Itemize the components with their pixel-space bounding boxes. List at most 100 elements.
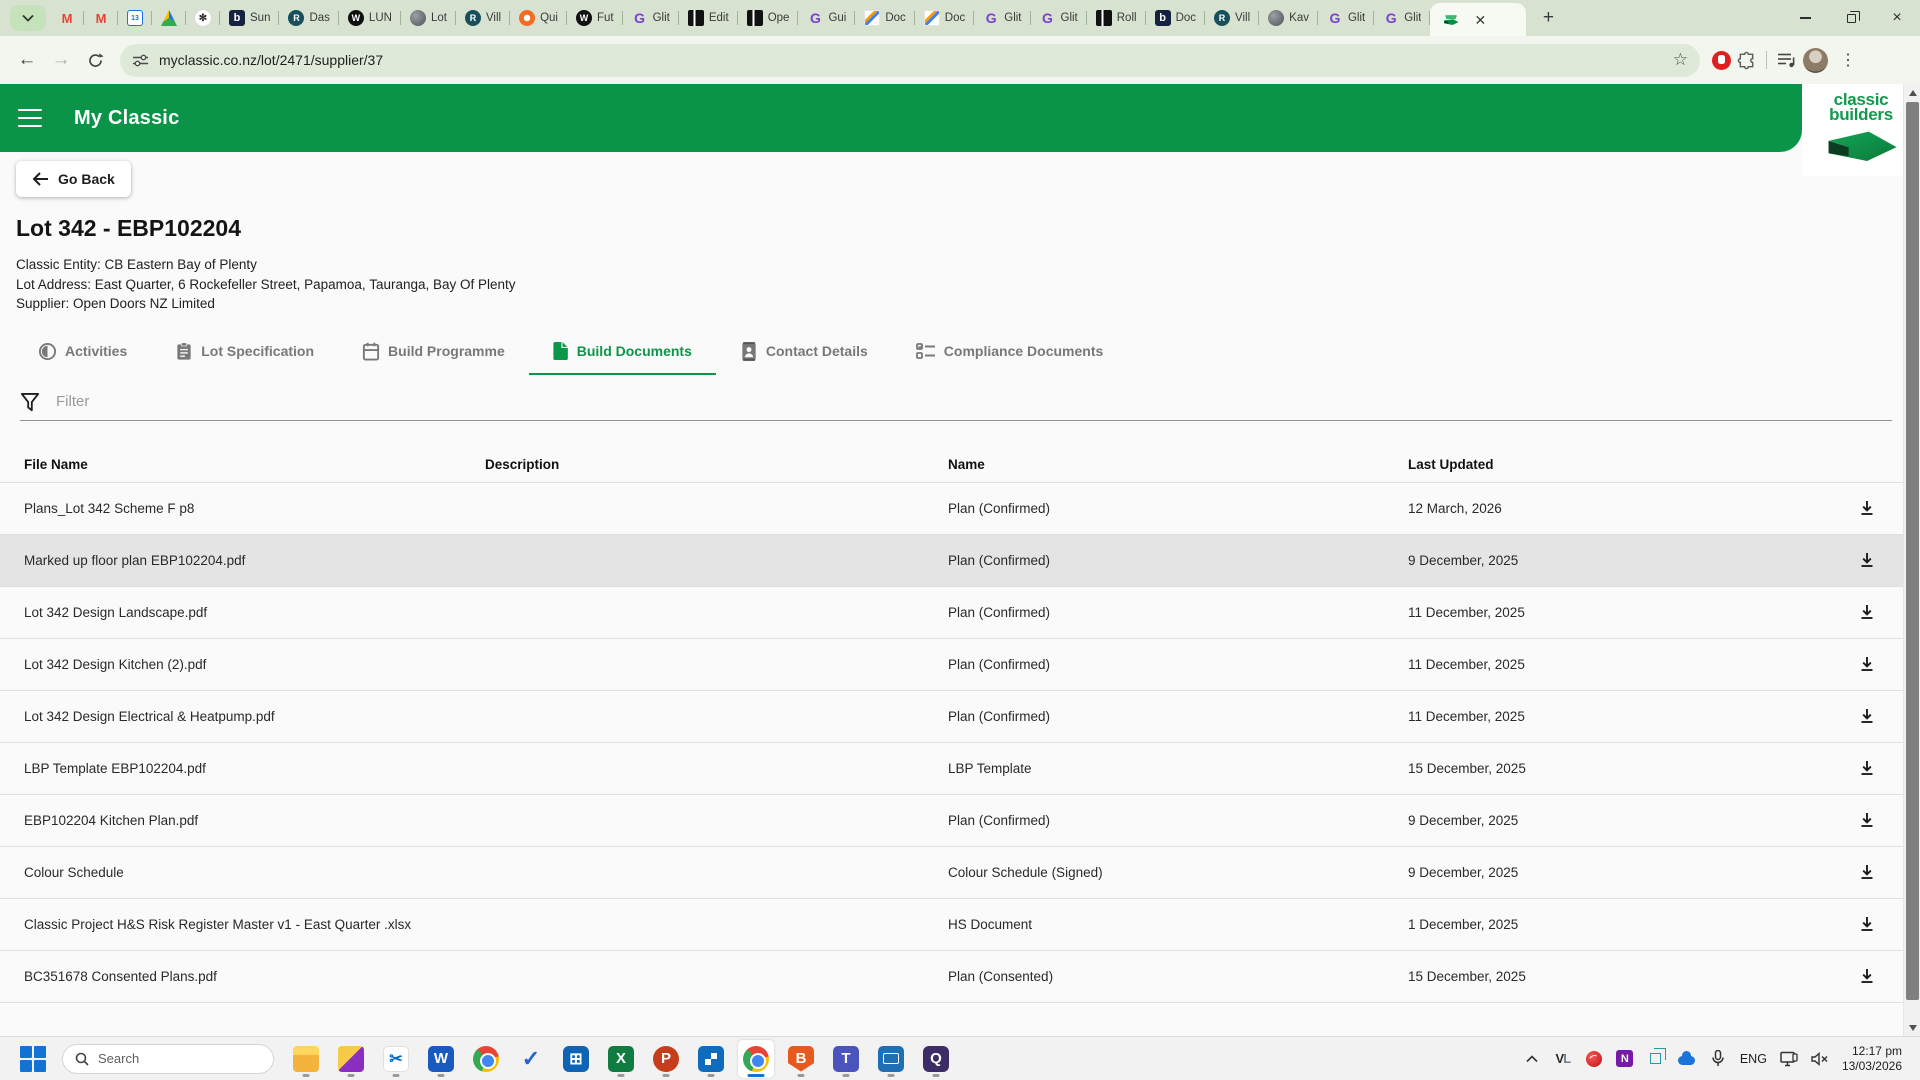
address-bar[interactable]: myclassic.co.nz/lot/2471/supplier/37 ☆ [120,44,1700,77]
browser-tab[interactable]: Kav [1259,0,1318,36]
taskbar-app[interactable] [828,1040,864,1078]
tab-contact-details[interactable]: Contact Details [716,330,892,375]
browser-tab[interactable]: Vill [1205,0,1259,36]
table-row[interactable]: Lot 342 Design Landscape.pdf Plan (Confi… [0,587,1903,639]
taskbar-search[interactable]: Search [62,1044,274,1074]
browser-tab[interactable] [84,0,118,36]
menu-hamburger-icon[interactable] [18,109,42,127]
browser-tab[interactable] [186,0,220,36]
browser-tab[interactable] [50,0,84,36]
tray-chevron-up-icon[interactable] [1523,1055,1541,1063]
table-row[interactable]: Plans_Lot 342 Scheme F p8 Plan (Confirme… [0,483,1903,535]
browser-tab[interactable]: Doc [855,0,914,36]
download-button[interactable] [1849,542,1885,578]
browser-tab[interactable]: LUN [339,0,401,36]
tray-onedrive-icon[interactable] [1678,1052,1696,1065]
browser-tab[interactable]: Fut [567,0,623,36]
download-button[interactable] [1849,646,1885,682]
download-button[interactable] [1849,594,1885,630]
playlist-icon[interactable] [1777,52,1797,68]
new-tab-button[interactable]: + [1534,4,1562,32]
filter-input[interactable] [56,389,1892,414]
tray-display-icon[interactable] [1780,1051,1798,1067]
tab-close-icon[interactable]: ✕ [1470,12,1490,28]
profile-avatar[interactable] [1803,48,1828,73]
browser-tab[interactable]: Roll [1087,0,1146,36]
download-button[interactable] [1849,906,1885,942]
taskbar-app[interactable] [603,1040,639,1078]
browser-tab[interactable]: Vill [456,0,510,36]
table-row[interactable]: Marked up floor plan EBP102204.pdf Plan … [0,535,1903,587]
taskbar-app[interactable] [333,1040,369,1078]
download-button[interactable] [1849,698,1885,734]
table-row[interactable]: EBP102204 Kitchen Plan.pdf Plan (Confirm… [0,795,1903,847]
page-scrollbar[interactable] [1903,84,1920,1036]
browser-tab[interactable]: Qui [510,0,567,36]
start-button[interactable] [18,1044,48,1074]
taskbar-app[interactable] [693,1040,729,1078]
window-close-button[interactable]: × [1874,0,1920,36]
taskbar-app[interactable] [513,1040,549,1078]
browser-tab[interactable]: Edit [679,0,738,36]
browser-tab-active[interactable]: ✕ [1430,3,1526,36]
browser-tab[interactable]: Glit [1318,0,1374,36]
taskbar-app[interactable] [558,1040,594,1078]
download-button[interactable] [1849,750,1885,786]
browser-menu-icon[interactable]: ⋮ [1834,50,1862,70]
browser-tab[interactable]: Doc [915,0,974,36]
back-button[interactable]: ← [10,43,44,77]
taskbar-app[interactable] [918,1040,954,1078]
adblocker-extension-icon[interactable] [1712,51,1731,70]
taskbar-app[interactable] [873,1040,909,1078]
tray-microphone-icon[interactable] [1709,1050,1727,1067]
browser-tab[interactable] [118,0,152,36]
reload-button[interactable] [78,43,112,77]
browser-tab[interactable]: Das [279,0,338,36]
tray-virtual-desktop-icon[interactable] [1647,1053,1665,1064]
tray-volume-muted-icon[interactable] [1811,1052,1829,1066]
window-minimize-button[interactable] [1782,0,1828,36]
scrollbar-thumb[interactable] [1906,102,1919,1000]
scrollbar-up-arrow[interactable] [1904,84,1920,101]
browser-tab[interactable]: Glit [974,0,1030,36]
browser-tab[interactable]: Ope [738,0,799,36]
tab-compliance-documents[interactable]: Compliance Documents [892,330,1127,375]
tab-build-documents[interactable]: Build Documents [529,330,716,375]
browser-tab[interactable]: Glit [1031,0,1087,36]
taskbar-app[interactable] [783,1040,819,1078]
browser-tab[interactable]: Sun [220,0,279,36]
table-row[interactable]: Lot 342 Design Kitchen (2).pdf Plan (Con… [0,639,1903,691]
browser-tab[interactable]: Lot [401,0,456,36]
download-button[interactable] [1849,802,1885,838]
table-row[interactable]: Classic Project H&S Risk Register Master… [0,899,1903,951]
taskbar-app[interactable] [423,1040,459,1078]
table-row[interactable]: BC351678 Consented Plans.pdf Plan (Conse… [0,951,1903,1003]
forward-button[interactable]: → [44,43,78,77]
tab-activities[interactable]: Activities [14,330,151,375]
go-back-button[interactable]: Go Back [16,161,131,197]
language-indicator[interactable]: ENG [1740,1052,1767,1066]
bookmark-star-icon[interactable]: ☆ [1673,50,1688,70]
tab-build-programme[interactable]: Build Programme [338,330,529,375]
download-button[interactable] [1849,854,1885,890]
tray-vl-app-icon[interactable]: VL [1554,1051,1572,1066]
tray-onenote-icon[interactable]: N [1616,1050,1634,1067]
extensions-puzzle-icon[interactable] [1737,51,1756,70]
scrollbar-down-arrow[interactable] [1904,1019,1920,1036]
taskbar-app[interactable] [378,1040,414,1078]
taskbar-app[interactable] [468,1040,504,1078]
taskbar-app[interactable] [288,1040,324,1078]
taskbar-clock[interactable]: 12:17 pm 13/03/2026 [1842,1044,1902,1074]
url-text[interactable]: myclassic.co.nz/lot/2471/supplier/37 [159,52,1673,68]
window-restore-button[interactable] [1828,0,1874,36]
download-button[interactable] [1849,958,1885,994]
table-row[interactable]: Colour Schedule Colour Schedule (Signed)… [0,847,1903,899]
table-row[interactable]: LBP Template EBP102204.pdf LBP Template … [0,743,1903,795]
browser-tab[interactable]: Doc [1146,0,1205,36]
tray-antivirus-icon[interactable] [1585,1051,1603,1067]
browser-tab[interactable]: Gui [798,0,855,36]
browser-tab[interactable] [152,0,186,36]
tab-search-button[interactable] [10,5,46,31]
table-row[interactable]: Lot 342 Design Electrical & Heatpump.pdf… [0,691,1903,743]
browser-tab[interactable]: Glit [623,0,679,36]
